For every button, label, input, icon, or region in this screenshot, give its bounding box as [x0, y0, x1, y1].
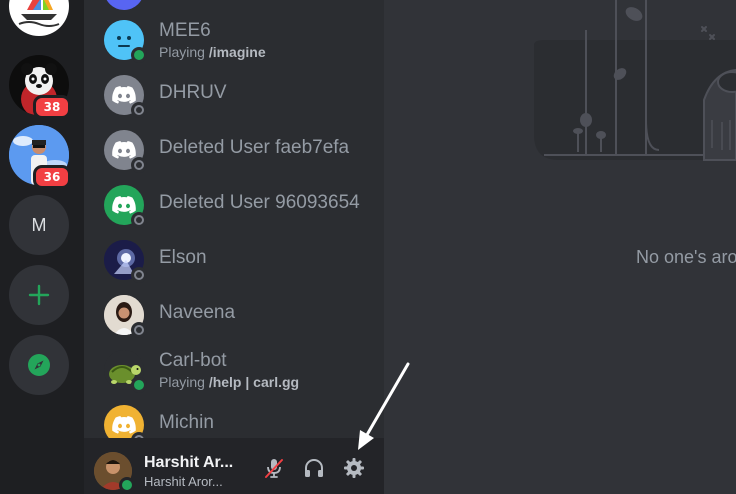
discord-logo-icon: [112, 141, 136, 159]
dm-item-dhruv[interactable]: DHRUV: [84, 68, 384, 122]
avatar: [104, 405, 147, 438]
dm-item-elson[interactable]: Elson: [84, 233, 384, 287]
dm-item-deleted-user-96093654[interactable]: Deleted User 96093654: [84, 178, 384, 232]
server-sidebar: 38 36 M: [0, 0, 84, 494]
user-username: Harshit Aror...: [144, 474, 223, 489]
server-sailboat[interactable]: [9, 0, 69, 36]
empty-state-illustration: [534, 0, 736, 161]
discord-logo-icon: [112, 196, 136, 214]
avatar: [104, 240, 147, 283]
direct-messages-list: MEE6 Playing /imagine DHRUV Deleted User…: [84, 0, 384, 438]
dm-name: Carl-bot: [159, 350, 227, 371]
dm-item-mee6[interactable]: MEE6 Playing /imagine: [84, 13, 384, 67]
user-display-name: Harshit Ar...: [144, 454, 234, 471]
online-status-indicator: [131, 377, 147, 393]
server-panda[interactable]: 38: [9, 55, 71, 119]
offline-status-indicator: [131, 157, 147, 173]
dm-name: MEE6: [159, 20, 211, 41]
dm-name: Deleted User 96093654: [159, 192, 360, 213]
online-status-indicator: [131, 47, 147, 63]
avatar: [104, 350, 147, 393]
mention-badge: 36: [33, 165, 71, 189]
gear-icon: [344, 458, 364, 478]
dm-item-naveena[interactable]: Naveena: [84, 288, 384, 342]
server-initial: M: [31, 214, 47, 235]
dm-name: Elson: [159, 247, 207, 268]
dm-activity: Playing /imagine: [159, 44, 266, 60]
partial-avatar: [104, 0, 144, 10]
online-status-indicator: [119, 477, 135, 493]
dm-item-deleted-user-faeb7efa[interactable]: Deleted User faeb7efa: [84, 123, 384, 177]
dm-item-carl-bot[interactable]: Carl-bot Playing /help | carl.gg: [84, 343, 384, 397]
user-panel: Harshit Ar... Harshit Aror...: [84, 438, 384, 494]
explore-servers-button[interactable]: [9, 335, 69, 395]
compass-icon: [28, 354, 50, 376]
dm-name: Naveena: [159, 302, 236, 323]
dm-activity: Playing /help | carl.gg: [159, 374, 300, 390]
mute-microphone-button[interactable]: [260, 454, 288, 482]
user-avatar[interactable]: [94, 452, 135, 493]
avatar: [104, 75, 147, 118]
user-settings-button[interactable]: [340, 454, 368, 482]
offline-status-indicator: [131, 267, 147, 283]
add-server-button[interactable]: [9, 265, 69, 325]
avatar: [104, 130, 147, 173]
offline-status-indicator: [131, 322, 147, 338]
mic-muted-icon: [265, 459, 283, 478]
dm-name: Michin: [159, 412, 214, 433]
dm-item-michin[interactable]: Michin: [84, 398, 384, 438]
headphones-icon: [305, 459, 323, 477]
dm-name: Deleted User faeb7efa: [159, 137, 350, 158]
offline-status-indicator: [131, 102, 147, 118]
mention-badge: 38: [33, 95, 71, 119]
discord-logo-icon: [112, 86, 136, 104]
dm-name: DHRUV: [159, 82, 227, 103]
sailboat-icon: [18, 0, 60, 27]
deafen-button[interactable]: [300, 454, 328, 482]
server-person[interactable]: 36: [9, 125, 71, 189]
offline-status-indicator: [131, 212, 147, 228]
avatar: [104, 20, 147, 63]
avatar: [104, 295, 147, 338]
server-m[interactable]: M: [9, 195, 69, 255]
avatar: [104, 185, 147, 228]
empty-state-text: No one's arou: [636, 247, 736, 267]
discord-logo-icon: [112, 416, 136, 434]
plus-icon: [28, 284, 50, 306]
friends-main-panel: No one's arou: [384, 0, 736, 494]
